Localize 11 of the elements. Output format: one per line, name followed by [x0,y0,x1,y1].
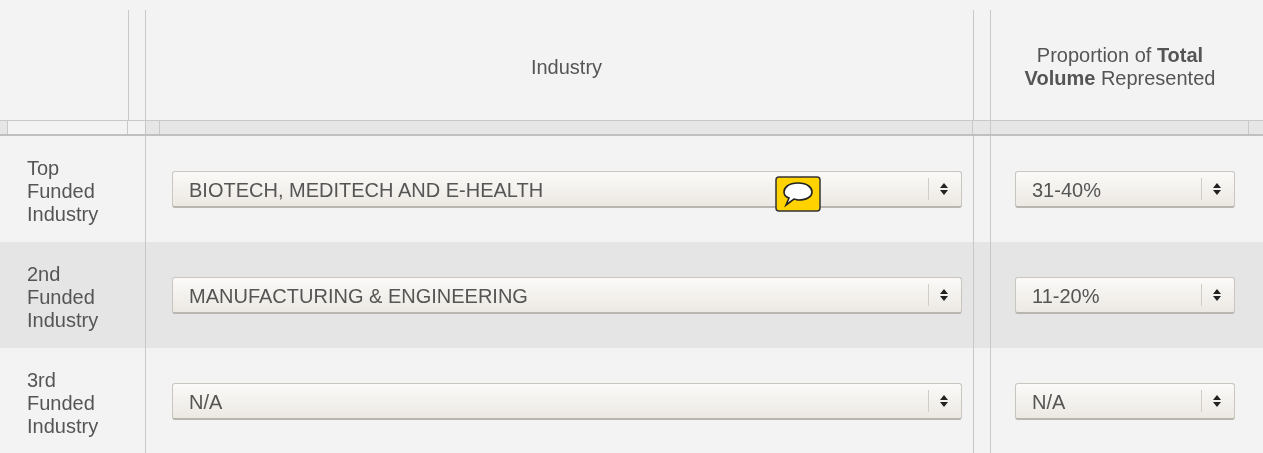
proportion-dropdown[interactable]: 11-20% [1015,276,1235,314]
proportion-dropdown[interactable]: N/A [1015,382,1235,420]
row-label: Top Funded Industry [26,155,100,227]
proportion-dropdown[interactable]: 31-40% [1015,170,1235,208]
speech-bubble-icon[interactable] [775,175,821,212]
column-heading: Proportion of Total Volume Represented [1023,44,1217,90]
industry-dropdown[interactable]: N/A [172,382,962,420]
row-label: 3rd Funded Industry [26,367,100,439]
industry-dropdown[interactable]: MANUFACTURING & ENGINEERING [172,276,962,314]
row-label: 2nd Funded Industry [26,261,100,333]
column-heading: Industry [530,55,603,79]
